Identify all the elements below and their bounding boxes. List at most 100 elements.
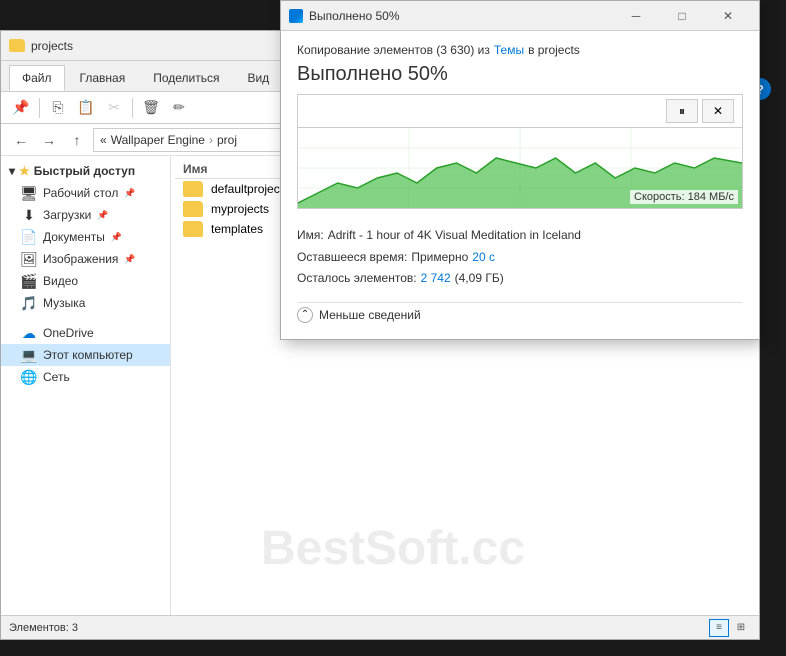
back-button[interactable]: ← (9, 128, 33, 152)
file-name-0: defaultprojects (211, 182, 289, 196)
tab-home[interactable]: Главная (67, 65, 139, 91)
copy-dialog-close[interactable]: ✕ (705, 1, 751, 31)
copy-subtitle-text: Копирование элементов (3 630) из (297, 43, 490, 57)
copy-dialog-body: Копирование элементов (3 630) из Темы в … (281, 31, 759, 339)
copy-dialog-maximize[interactable]: □ (659, 1, 705, 31)
copy-dialog-title-left: Выполнено 50% (289, 9, 400, 23)
thispc-icon: 💻 (21, 347, 37, 363)
time-value: Примерно (411, 247, 468, 269)
images-icon: 🖼 (21, 251, 37, 267)
copy-dialog-title-btns: ─ □ ✕ (613, 1, 751, 31)
view-details-btn[interactable]: ≡ (709, 619, 729, 637)
folder-icon-1 (183, 201, 203, 217)
detail-time: Оставшееся время: Примерно 20 с (297, 247, 743, 269)
items-value: 2 742 (421, 268, 451, 290)
sidebar: ▾ ★ Быстрый доступ 🖥 Рабочий стол 📌 ⬇ За… (1, 156, 171, 615)
sidebar-item-downloads[interactable]: ⬇ Загрузки 📌 (1, 204, 170, 226)
downloads-icon: ⬇ (21, 207, 37, 223)
sidebar-item-video[interactable]: 🎬 Видео (1, 270, 170, 292)
copy-dialog-title: Выполнено 50% (309, 9, 400, 23)
items-size: (4,09 ГБ) (455, 268, 504, 290)
music-icon: 🎵 (21, 295, 37, 311)
sidebar-item-desktop[interactable]: 🖥 Рабочий стол 📌 (1, 182, 170, 204)
sidebar-item-music[interactable]: 🎵 Музыка (1, 292, 170, 314)
copy-dialog-icon (289, 9, 303, 23)
breadcrumb-sep: › (209, 133, 213, 147)
copy-dialog: Выполнено 50% ─ □ ✕ Копирование элементо… (280, 0, 760, 340)
sidebar-label-network: Сеть (43, 370, 70, 384)
sidebar-item-onedrive[interactable]: ☁ OneDrive (1, 322, 170, 344)
sidebar-label-desktop: Рабочий стол (43, 186, 118, 200)
documents-icon: 📄 (21, 229, 37, 245)
pin-badge-downloads: 📌 (97, 210, 108, 221)
pin-toolbar-btn[interactable]: 📌 (9, 96, 33, 120)
copy-source-link[interactable]: Темы (494, 43, 524, 57)
copy-dialog-description: Копирование элементов (3 630) из Темы в … (297, 43, 743, 57)
status-text: Элементов: 3 (9, 622, 78, 634)
tab-file[interactable]: Файл (9, 65, 65, 91)
progress-section: ⏸ ✕ Скорость: 184 МБ/с (297, 94, 743, 209)
progress-close-button[interactable]: ✕ (702, 99, 734, 123)
video-icon: 🎬 (21, 273, 37, 289)
network-icon: 🌐 (21, 369, 37, 385)
sidebar-label-thispc: Этот компьютер (43, 348, 133, 362)
folder-icon-titlebar (9, 39, 25, 52)
time-label: Оставшееся время: (297, 247, 407, 269)
progress-header: ⏸ ✕ (298, 95, 742, 128)
copy-toolbar-btn[interactable]: ⎘ (46, 96, 70, 120)
fewer-details-button[interactable]: ⌃ Меньше сведений (297, 302, 743, 327)
file-name-2: templates (211, 222, 263, 236)
sidebar-label-onedrive: OneDrive (43, 326, 94, 340)
up-button[interactable]: ↑ (65, 128, 89, 152)
copy-progress-title: Выполнено 50% (297, 63, 743, 86)
toolbar-separator-2 (132, 98, 133, 118)
breadcrumb-label-2[interactable]: proj (217, 133, 237, 147)
sidebar-item-documents[interactable]: 📄 Документы 📌 (1, 226, 170, 248)
explorer-title-left: projects (9, 39, 73, 53)
sidebar-item-network[interactable]: 🌐 Сеть (1, 366, 170, 388)
breadcrumb-item-1[interactable]: « (100, 133, 107, 147)
copy-dest-text: в projects (528, 43, 580, 57)
pin-badge-images: 📌 (124, 254, 135, 265)
time-seconds: 20 с (472, 247, 495, 269)
sidebar-label-documents: Документы (43, 230, 105, 244)
pin-badge-desktop: 📌 (124, 188, 135, 199)
fewer-details-label: Меньше сведений (319, 308, 421, 322)
tab-view[interactable]: Вид (234, 65, 282, 91)
forward-button[interactable]: → (37, 128, 61, 152)
speed-label: Скорость: 184 МБ/с (630, 190, 738, 204)
copy-dialog-titlebar: Выполнено 50% ─ □ ✕ (281, 1, 759, 31)
status-bar: Элементов: 3 ≡ ⊞ (1, 615, 759, 639)
sidebar-item-images[interactable]: 🖼 Изображения 📌 (1, 248, 170, 270)
breadcrumb-label-1[interactable]: Wallpaper Engine (111, 133, 205, 147)
file-name-value: Adrift - 1 hour of 4K Visual Meditation … (328, 225, 581, 247)
sidebar-label-downloads: Загрузки (43, 208, 91, 222)
sidebar-item-thispc[interactable]: 💻 Этот компьютер (1, 344, 170, 366)
toolbar-separator-1 (39, 98, 40, 118)
sidebar-label-images: Изображения (43, 252, 118, 266)
tab-share[interactable]: Поделиться (140, 65, 232, 91)
file-name-1: myprojects (211, 202, 269, 216)
paste-toolbar-btn[interactable]: 📋 (74, 96, 98, 120)
folder-icon-2 (183, 221, 203, 237)
pin-badge-documents: 📌 (111, 232, 122, 243)
view-tiles-btn[interactable]: ⊞ (731, 619, 751, 637)
rename-toolbar-btn[interactable]: ✏ (167, 96, 191, 120)
sidebar-label-video: Видео (43, 274, 78, 288)
quick-access-header[interactable]: ▾ ★ Быстрый доступ (1, 160, 170, 182)
column-name: Имя (183, 162, 208, 176)
pause-button[interactable]: ⏸ (666, 99, 698, 123)
quick-access-icon: ★ (19, 164, 30, 178)
progress-chart-area: Скорость: 184 МБ/с (298, 128, 742, 208)
quick-access-chevron: ▾ (9, 164, 15, 178)
onedrive-icon: ☁ (21, 325, 37, 341)
folder-icon-0 (183, 181, 203, 197)
desktop-icon: 🖥 (21, 185, 37, 201)
view-icons: ≡ ⊞ (709, 619, 751, 637)
items-label: Осталось элементов: (297, 268, 417, 290)
cut-toolbar-btn[interactable]: ✂ (102, 96, 126, 120)
quick-access-label: Быстрый доступ (34, 164, 135, 178)
copy-details: Имя: Adrift - 1 hour of 4K Visual Medita… (297, 217, 743, 298)
delete-toolbar-btn[interactable]: 🗑 (139, 96, 163, 120)
copy-dialog-minimize[interactable]: ─ (613, 1, 659, 31)
